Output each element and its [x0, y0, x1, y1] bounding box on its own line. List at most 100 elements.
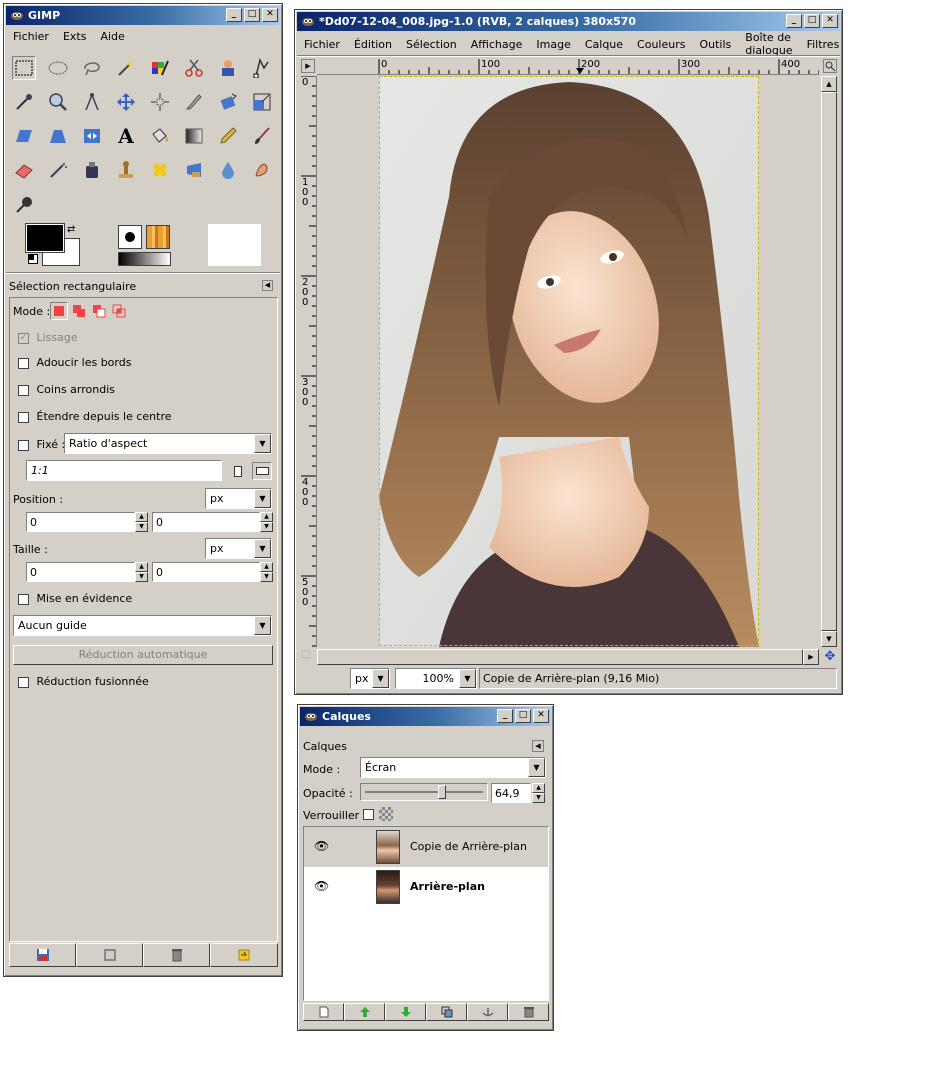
layer-row-copie[interactable]: 👁 Copie de Arrière-plan	[304, 827, 548, 867]
guide-dropdown[interactable]: Aucun guide ▼	[13, 615, 272, 636]
zoom-on-resize-button[interactable]	[823, 59, 837, 73]
menu-boite-dialogue[interactable]: Boîte de dialogue	[738, 31, 799, 57]
mise-checkbox[interactable]	[18, 593, 29, 605]
spin-down-icon[interactable]: ▼	[532, 793, 545, 803]
fixe-checkbox[interactable]	[18, 439, 29, 451]
scale-tool[interactable]	[250, 90, 274, 114]
default-colors-icon[interactable]	[28, 254, 38, 264]
spin-down-icon[interactable]: ▼	[135, 572, 148, 582]
quickmask-toggle[interactable]: ⬚	[301, 649, 315, 665]
vertical-scroll-thumb[interactable]	[821, 92, 837, 631]
pencil-tool[interactable]	[216, 124, 240, 148]
ellipse-select-tool[interactable]	[46, 56, 70, 80]
ink-tool[interactable]	[80, 158, 104, 182]
scroll-up-button[interactable]: ▲	[821, 76, 837, 92]
maximize-button[interactable]: □	[244, 8, 260, 22]
menu-calque[interactable]: Calque	[578, 38, 630, 51]
zoom-dropdown[interactable]: 100% ▼	[395, 668, 477, 689]
opacity-input[interactable]: 64,9 ▲ ▼	[491, 783, 545, 803]
minimize-button[interactable]: _	[226, 8, 242, 22]
menu-outils[interactable]: Outils	[692, 38, 738, 51]
maximize-button[interactable]: □	[804, 14, 820, 28]
navigate-button[interactable]: ✥	[823, 649, 837, 665]
delete-options-button[interactable]	[143, 943, 210, 967]
adoucir-row[interactable]: Adoucir les bords	[18, 356, 131, 369]
close-button[interactable]: ✕	[822, 14, 838, 28]
shear-tool[interactable]	[12, 124, 36, 148]
blur-tool[interactable]	[216, 158, 240, 182]
align-tool[interactable]	[148, 90, 172, 114]
anchor-layer-button[interactable]	[467, 1003, 508, 1021]
ratio-input[interactable]: 1:1	[26, 460, 222, 481]
image-titlebar[interactable]: *Dd07-12-04_008.jpg-1.0 (RVB, 2 calques)…	[297, 12, 840, 31]
menu-edition[interactable]: Édition	[347, 38, 399, 51]
lower-layer-button[interactable]	[385, 1003, 426, 1021]
rect-select-tool[interactable]	[12, 56, 36, 80]
delete-layer-button[interactable]	[508, 1003, 549, 1021]
clone-tool[interactable]	[114, 158, 138, 182]
foreground-select-tool[interactable]	[216, 56, 240, 80]
heal-tool[interactable]	[148, 158, 172, 182]
smudge-tool[interactable]	[250, 158, 274, 182]
blend-tool[interactable]	[182, 124, 206, 148]
spin-up-icon[interactable]: ▲	[135, 562, 148, 572]
text-tool[interactable]: A	[114, 124, 138, 148]
vertical-scrollbar[interactable]: ▲ ▼	[821, 76, 837, 647]
mise-row[interactable]: Mise en évidence	[18, 592, 132, 605]
horizontal-scroll-thumb[interactable]	[317, 649, 803, 665]
toolbox-titlebar[interactable]: GIMP _ □ ✕	[6, 6, 280, 25]
unit-dropdown[interactable]: px ▼	[350, 668, 390, 689]
pattern-preview[interactable]	[146, 225, 170, 249]
menu-image[interactable]: Image	[529, 38, 577, 51]
spin-up-icon[interactable]: ▲	[260, 512, 273, 522]
lock-alpha-checkbox[interactable]	[363, 809, 374, 820]
eye-icon[interactable]: 👁	[314, 879, 329, 893]
spin-up-icon[interactable]: ▲	[135, 512, 148, 522]
taille-unit-dropdown[interactable]: px ▼	[205, 538, 272, 559]
gradient-preview[interactable]	[118, 252, 171, 266]
dodge-burn-tool[interactable]	[12, 192, 36, 216]
swap-colors-icon[interactable]: ⇄	[67, 224, 75, 235]
reduction-fusion-row[interactable]: Réduction fusionnée	[18, 675, 149, 688]
coins-checkbox[interactable]	[18, 384, 29, 396]
spin-down-icon[interactable]: ▼	[135, 522, 148, 532]
lasso-tool[interactable]	[80, 56, 104, 80]
opacity-slider[interactable]	[360, 783, 488, 801]
spin-down-icon[interactable]: ▼	[260, 572, 273, 582]
menu-fichier[interactable]: Fichier	[6, 30, 56, 43]
taille-w-input[interactable]: 0 ▲ ▼	[26, 562, 148, 582]
taille-h-input[interactable]: 0 ▲ ▼	[152, 562, 273, 582]
measure-tool[interactable]	[80, 90, 104, 114]
position-x-input[interactable]: 0 ▲ ▼	[26, 512, 148, 532]
canvas-area[interactable]	[317, 76, 819, 647]
menu-couleurs[interactable]: Couleurs	[630, 38, 692, 51]
minimize-button[interactable]: _	[497, 709, 513, 723]
reset-options-button[interactable]	[210, 943, 278, 967]
position-y-input[interactable]: 0 ▲ ▼	[152, 512, 273, 532]
lissage-checkbox[interactable]: ✓	[18, 332, 29, 344]
etendre-row[interactable]: Étendre depuis le centre	[18, 410, 172, 423]
airbrush-tool[interactable]	[46, 158, 70, 182]
perspective-clone-tool[interactable]	[182, 158, 206, 182]
eye-icon[interactable]: 👁	[314, 839, 329, 853]
menu-filtres[interactable]: Filtres	[800, 38, 847, 51]
fuzzy-select-tool[interactable]	[114, 56, 138, 80]
layers-mode-dropdown[interactable]: Écran ▼	[360, 757, 546, 778]
horizontal-scrollbar[interactable]: ▶	[317, 649, 819, 665]
mode-subtract-button[interactable]	[90, 302, 108, 320]
layers-menu-button[interactable]: ◀	[532, 740, 544, 752]
reduction-fusion-checkbox[interactable]	[18, 676, 29, 688]
close-button[interactable]: ✕	[262, 8, 278, 22]
layer-row-arriere-plan[interactable]: 👁 Arrière-plan	[304, 867, 548, 907]
minimize-button[interactable]: _	[786, 14, 802, 28]
move-tool[interactable]	[114, 90, 138, 114]
close-button[interactable]: ✕	[533, 709, 549, 723]
landscape-button[interactable]	[252, 462, 272, 480]
position-unit-dropdown[interactable]: px ▼	[205, 488, 272, 509]
scroll-down-button[interactable]: ▼	[821, 631, 837, 647]
fixe-row[interactable]: Fixé :	[18, 438, 65, 451]
fixe-dropdown[interactable]: Ratio d'aspect ▼	[64, 433, 272, 454]
brush-preview[interactable]	[118, 225, 142, 249]
coins-row[interactable]: Coins arrondis	[18, 383, 115, 396]
mode-replace-button[interactable]	[50, 302, 68, 320]
